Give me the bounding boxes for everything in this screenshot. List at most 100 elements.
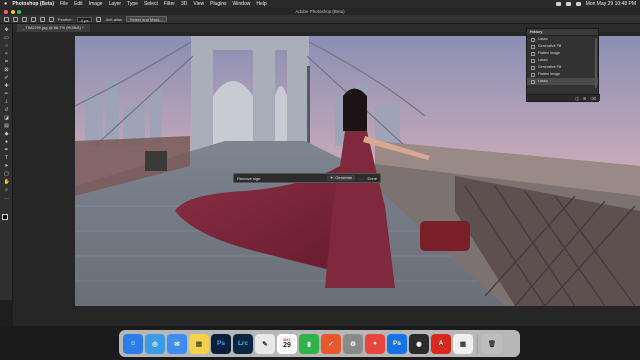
menu-type[interactable]: Type [127,1,138,7]
home-icon[interactable] [4,16,9,22]
delete-state-icon[interactable]: ⌫ [590,96,596,101]
new-selection-icon[interactable] [22,16,27,22]
menu-window[interactable]: Window [233,1,251,7]
lasso-tool-icon[interactable]: ○ [4,44,10,49]
menu-edit[interactable]: Edit [74,1,83,7]
clone-stamp-tool-icon[interactable]: ⊥ [4,100,10,105]
history-panel: History Lasso Generative Fill Flatten Im… [526,28,600,102]
menu-image[interactable]: Image [89,1,103,7]
lasso-step-icon [531,79,535,84]
anti-alias-checkbox[interactable] [96,16,102,22]
calendar-icon[interactable]: MAY 29 [277,333,297,354]
history-item[interactable]: Generative Fill [527,64,598,71]
subtract-selection-icon[interactable] [40,16,45,22]
history-panel-footer: ◫ ⊞ ⌫ [527,94,600,101]
window-title: Adobe Photoshop (Beta) [295,9,345,14]
add-selection-icon[interactable] [31,16,36,22]
lightroom-classic-icon[interactable]: Lrc [233,333,253,354]
menu-plugins[interactable]: Plugins [210,1,226,7]
crop-tool-icon[interactable]: ⌗ [4,60,10,65]
history-item[interactable]: Flatten Image [527,71,598,78]
menu-help[interactable]: Help [256,1,266,7]
history-brush-tool-icon[interactable]: ↺ [4,108,10,113]
feather-input[interactable]: 0 px [76,16,93,23]
eyedropper-tool-icon[interactable]: ✐ [4,76,10,81]
history-item[interactable]: Flatten Image [527,50,598,57]
zoom-tool-icon[interactable]: ⌕ [4,188,10,193]
new-document-icon[interactable]: ⊞ [583,96,586,101]
path-selection-tool-icon[interactable]: ➤ [4,164,10,169]
reminder-app-icon[interactable]: ✓ [321,333,341,354]
search-icon[interactable] [575,2,581,6]
menu-view[interactable]: View [193,1,204,7]
battery-icon[interactable] [565,2,571,6]
more-options-button[interactable]: ... [359,176,362,181]
frame-tool-icon[interactable]: ⊠ [4,68,10,73]
rectangle-tool-icon[interactable]: ▢ [4,172,10,177]
pencil-app-icon[interactable]: ✎ [255,333,275,354]
done-button[interactable]: Done [367,176,377,181]
photoshop-icon[interactable]: Ps [211,333,231,354]
history-item-label: Flatten Image [538,72,560,76]
history-item[interactable]: Generative Fill [527,43,598,50]
history-panel-title: History [527,29,598,36]
healing-brush-tool-icon[interactable]: ✚ [4,84,10,89]
generate-button[interactable]: ✦ Generate [327,175,356,181]
lasso-tool-preset-icon[interactable] [13,16,18,22]
history-scrollbar[interactable] [595,38,597,88]
notes-icon[interactable]: ▤ [189,333,209,354]
close-window-button[interactable] [4,9,8,14]
lasso-step-icon [531,58,535,63]
mail-icon[interactable]: ✉ [167,333,187,354]
menu-select[interactable]: Select [144,1,158,7]
zoom-window-button[interactable] [17,9,21,14]
foreground-color-swatch[interactable] [2,214,8,220]
gradient-tool-icon[interactable]: ▤ [4,124,10,129]
blur-tool-icon[interactable]: ◆ [4,132,10,137]
generative-fill-step-icon [531,65,535,70]
new-snapshot-icon[interactable]: ◫ [575,96,579,101]
status-area: Mon May 29 10:48 PM [555,0,636,8]
menu-app-name[interactable]: Photoshop (Beta) [12,1,54,7]
minimize-window-button[interactable] [10,9,15,14]
preview-icon[interactable]: ▦ [453,333,473,354]
camera-app-icon[interactable]: ◉ [409,333,429,354]
acrobat-icon[interactable]: A [431,333,451,354]
history-item-label: Flatten Image [538,51,560,55]
generative-fill-prompt-input[interactable]: Remove sign [237,176,327,181]
window-controls [4,9,21,14]
history-item[interactable]: Lasso [527,36,598,43]
type-tool-icon[interactable]: T [4,156,10,161]
menu-layer[interactable]: Layer [109,1,122,7]
quick-selection-tool-icon[interactable]: ✧ [4,52,10,57]
lasso-step-icon [531,37,535,42]
more-tools-icon[interactable]: … [4,196,10,201]
brush-tool-icon[interactable]: ✏ [4,92,10,97]
hand-tool-icon[interactable]: ✋ [4,180,10,185]
macos-dock: ☺ ◎ ✉ ▤ Ps Lrc ✎ MAY 29 ▮ ✓ ⚙ ● Ps ◉ A ▦ 🗑 [119,330,520,357]
wifi-icon[interactable] [555,2,561,6]
photoshop-beta-icon[interactable]: Ps [387,333,407,354]
numbers-icon[interactable]: ▮ [299,333,319,354]
safari-icon[interactable]: ◎ [145,333,165,354]
move-tool-icon[interactable]: ✥ [4,28,10,33]
history-item[interactable]: Lasso [527,57,598,64]
chrome-icon[interactable]: ● [365,333,385,354]
menubar-clock[interactable]: Mon May 29 10:48 PM [586,1,636,7]
menu-file[interactable]: File [60,1,68,7]
menu-filter[interactable]: Filter [164,1,175,7]
pen-tool-icon[interactable]: ✒ [4,148,10,153]
document-tab[interactable]: _TIM2290.jpg @ 66.7% (RGB/8) * [17,24,90,32]
eraser-tool-icon[interactable]: ◪ [4,116,10,121]
history-item-selected[interactable]: Lasso [527,78,598,85]
settings-icon[interactable]: ⚙ [343,333,363,354]
select-and-mask-button[interactable]: Select and Mask... [125,16,167,22]
marquee-tool-icon[interactable]: ▭ [4,36,10,41]
trash-icon[interactable]: 🗑 [482,333,502,354]
intersect-selection-icon[interactable] [49,16,54,22]
sparkle-icon: ✦ [330,175,334,180]
dodge-tool-icon[interactable]: ● [4,140,10,145]
apple-icon[interactable]: ● [4,1,7,7]
menu-3d[interactable]: 3D [181,1,187,7]
finder-icon[interactable]: ☺ [123,333,143,354]
